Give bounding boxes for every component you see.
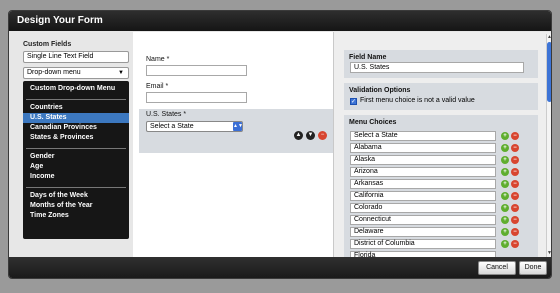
menu-divider	[26, 148, 126, 149]
add-choice-icon[interactable]: +	[501, 156, 509, 164]
field-type-dropdown-value: Drop-down menu	[27, 69, 81, 76]
cancel-button[interactable]: Cancel	[478, 261, 516, 275]
menu-choices-section: Menu Choices Select a State + − Alabama …	[344, 115, 538, 259]
move-up-button[interactable]: ▲	[294, 131, 303, 140]
remove-choice-icon[interactable]: −	[511, 240, 519, 248]
menu-item-time-zones[interactable]: Time Zones	[23, 211, 129, 221]
choice-input[interactable]: Alaska	[350, 155, 496, 165]
field-name-input[interactable]: U.S. States	[350, 62, 524, 73]
remove-choice-icon[interactable]: −	[511, 204, 519, 212]
dialog-title: Design Your Form	[9, 11, 551, 31]
select-arrows-icon: ▲▼	[233, 122, 243, 131]
choice-input[interactable]: California	[350, 191, 496, 201]
chevron-down-icon: ▼	[118, 70, 124, 76]
scroll-up-icon[interactable]: ▲	[547, 34, 551, 40]
validation-section: Validation Options ✓ First menu choice i…	[344, 83, 538, 110]
delete-field-button[interactable]: −	[318, 131, 327, 140]
remove-choice-icon[interactable]: −	[511, 168, 519, 176]
menu-item-states-provinces[interactable]: States & Provinces	[23, 133, 129, 143]
custom-fields-sidebar: Custom Fields Single Line Text Field Dro…	[23, 41, 137, 259]
remove-choice-icon[interactable]: −	[511, 216, 519, 224]
remove-choice-icon[interactable]: −	[511, 132, 519, 140]
state-select[interactable]: Select a State ▲▼	[146, 121, 243, 132]
add-choice-icon[interactable]: +	[501, 204, 509, 212]
choice-input[interactable]: Arkansas	[350, 179, 496, 189]
add-choice-icon[interactable]: +	[501, 144, 509, 152]
remove-choice-icon[interactable]: −	[511, 156, 519, 164]
dropdown-menu-list: Custom Drop-down Menu Countries U.S. Sta…	[23, 81, 129, 239]
menu-item-canadian-provinces[interactable]: Canadian Provinces	[23, 123, 129, 133]
dialog-footer: Cancel Done	[9, 257, 551, 278]
menu-item-us-states[interactable]: U.S. States	[23, 113, 129, 123]
remove-choice-icon[interactable]: −	[511, 192, 519, 200]
add-choice-icon[interactable]: +	[501, 180, 509, 188]
field-name-section: Field Name U.S. States	[344, 50, 538, 78]
menu-item-months-of-year[interactable]: Months of the Year	[23, 201, 129, 211]
name-label: Name *	[146, 56, 170, 63]
field-type-dropdown[interactable]: Drop-down menu ▼	[23, 67, 129, 79]
field-name-heading: Field Name	[349, 54, 387, 61]
menu-divider	[26, 187, 126, 188]
add-choice-icon[interactable]: +	[501, 132, 509, 140]
move-down-button[interactable]: ▼	[306, 131, 315, 140]
choice-input[interactable]: District of Columbia	[350, 239, 496, 249]
name-field[interactable]	[146, 65, 247, 76]
properties-scrollbar[interactable]: ▲ ▼	[546, 34, 551, 258]
email-field[interactable]	[146, 92, 247, 103]
choice-input[interactable]: Connecticut	[350, 215, 496, 225]
done-button[interactable]: Done	[519, 261, 547, 275]
add-choice-icon[interactable]: +	[501, 168, 509, 176]
choice-input[interactable]: Arizona	[350, 167, 496, 177]
menu-item-age[interactable]: Age	[23, 162, 129, 172]
us-states-label: U.S. States *	[146, 111, 187, 118]
validation-option-label: First menu choice is not a valid value	[360, 97, 475, 104]
choice-input[interactable]: Colorado	[350, 203, 496, 213]
add-choice-icon[interactable]: +	[501, 216, 509, 224]
custom-fields-heading: Custom Fields	[23, 41, 72, 48]
scroll-down-icon[interactable]: ▼	[547, 250, 551, 256]
validation-checkbox[interactable]: ✓	[350, 98, 357, 105]
menu-item-days-of-week[interactable]: Days of the Week	[23, 191, 129, 201]
add-choice-icon[interactable]: +	[501, 228, 509, 236]
menu-item-countries[interactable]: Countries	[23, 103, 129, 113]
remove-choice-icon[interactable]: −	[511, 228, 519, 236]
state-select-value: Select a State	[150, 123, 194, 130]
menu-item-custom-dropdown[interactable]: Custom Drop-down Menu	[23, 84, 129, 94]
validation-heading: Validation Options	[349, 87, 411, 94]
add-choice-icon[interactable]: +	[501, 240, 509, 248]
choice-input[interactable]: Alabama	[350, 143, 496, 153]
scrollbar-thumb[interactable]	[547, 42, 551, 102]
remove-choice-icon[interactable]: −	[511, 144, 519, 152]
menu-item-income[interactable]: Income	[23, 172, 129, 182]
single-line-text-field-button[interactable]: Single Line Text Field	[23, 51, 129, 63]
choice-input[interactable]: Select a State	[350, 131, 496, 141]
menu-item-gender[interactable]: Gender	[23, 152, 129, 162]
remove-choice-icon[interactable]: −	[511, 180, 519, 188]
add-choice-icon[interactable]: +	[501, 192, 509, 200]
email-label: Email *	[146, 83, 169, 90]
choice-input[interactable]: Delaware	[350, 227, 496, 237]
menu-choices-heading: Menu Choices	[349, 119, 397, 126]
menu-divider	[26, 99, 126, 100]
form-designer-dialog: Design Your Form Custom Fields Single Li…	[8, 10, 552, 279]
form-canvas: Name * Email * U.S. States * Select a St…	[133, 32, 333, 259]
properties-panel: Field Name U.S. States Validation Option…	[333, 32, 551, 259]
